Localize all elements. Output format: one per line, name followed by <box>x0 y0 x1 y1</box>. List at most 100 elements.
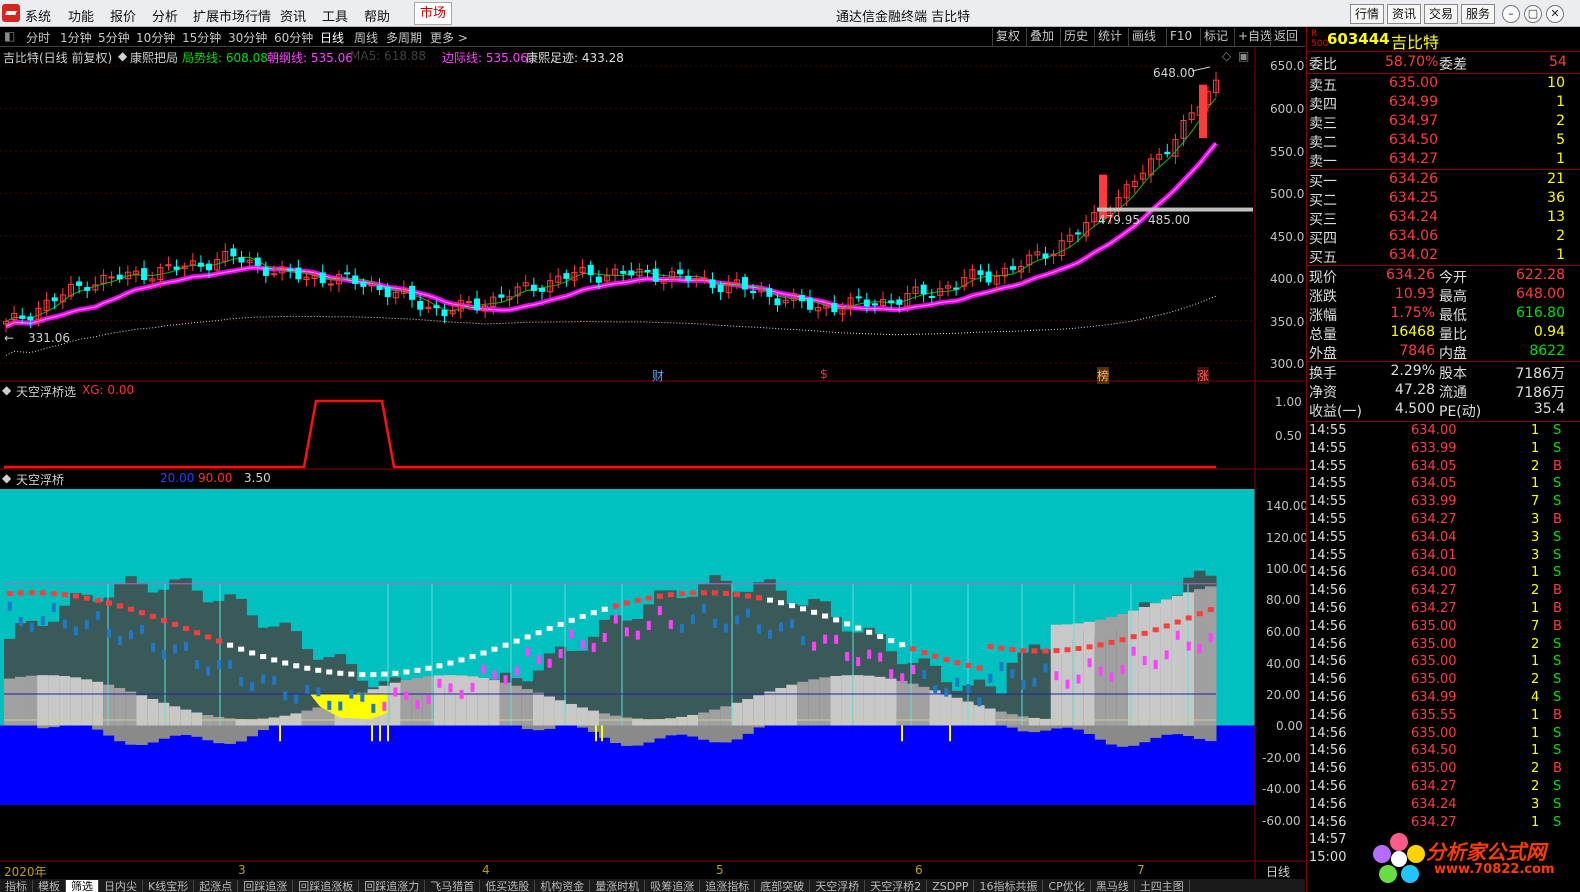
period-60min[interactable]: 60分钟 <box>274 29 313 46</box>
panel3-name[interactable]: 天空浮桥 <box>16 471 64 488</box>
indicator-tab[interactable]: 量涨时机 <box>590 880 646 892</box>
hanging-bar <box>7 601 12 611</box>
chart-canvas[interactable] <box>0 47 1305 879</box>
period-1min[interactable]: 1分钟 <box>60 29 92 46</box>
event-limitup-icon[interactable]: 涨 <box>1197 367 1210 384</box>
indicator-tab[interactable]: 16指标共振 <box>974 880 1044 892</box>
period-5min[interactable]: 5分钟 <box>98 29 130 46</box>
panel-expand-icon[interactable]: ▣ <box>1238 49 1249 63</box>
menu-help[interactable]: 帮助 <box>364 6 390 25</box>
period-15min[interactable]: 15分钟 <box>182 29 221 46</box>
tool-add-watchlist[interactable]: +自选 <box>1234 28 1275 46</box>
wb-value: 58.70% <box>1385 54 1439 70</box>
menu-quote[interactable]: 报价 <box>110 6 136 25</box>
indicator-name[interactable]: 康熙把局 <box>130 49 178 66</box>
indicator-tab[interactable]: 筛选 <box>66 880 99 892</box>
line-label-ma5: MA5: 618.88 <box>350 49 427 63</box>
candle-down <box>197 262 204 267</box>
negative-column <box>37 725 49 729</box>
panel-toggle-icon[interactable]: ◧ <box>4 29 15 43</box>
event-finance-icon[interactable]: 财 <box>652 367 664 384</box>
indicator-tab[interactable]: 模板 <box>33 880 66 892</box>
maximize-icon[interactable]: ▢ <box>1524 5 1542 23</box>
bridge-dot <box>138 610 145 616</box>
indicator-tab[interactable]: 回踩追涨力 <box>359 880 426 892</box>
grey-column <box>26 675 38 726</box>
top-btn-news[interactable]: 资讯 <box>1387 4 1422 24</box>
minimize-icon[interactable]: – <box>1502 5 1520 23</box>
buy-price: 634.06 <box>1389 228 1438 244</box>
tick-time: 14:55 <box>1309 529 1347 545</box>
indicator-tab[interactable]: 天空浮桥2 <box>865 880 928 892</box>
indicator-tab[interactable]: 指标 <box>0 880 33 892</box>
indicator-tab[interactable]: 吸筹追涨 <box>645 880 701 892</box>
tick-time: 14:55 <box>1309 494 1347 510</box>
hanging-bar <box>1098 666 1103 676</box>
tool-mark[interactable]: 标记 <box>1200 28 1231 46</box>
menu-market[interactable]: 市场 <box>414 2 452 25</box>
chart-area[interactable]: 吉比特(日线 前复权) ◆ 康熙把局 局势线: 608.08 朝纲线: 535.… <box>0 47 1308 880</box>
hanging-bar <box>723 623 728 633</box>
indicator-tab[interactable]: K线宝形 <box>143 880 195 892</box>
period-intraday[interactable]: 分时 <box>26 29 50 46</box>
indicator-tab[interactable]: 日内尖 <box>99 880 143 892</box>
bridge-dot <box>315 667 322 673</box>
stat-label: 股本 <box>1439 366 1467 382</box>
menu-function[interactable]: 功能 <box>68 6 94 25</box>
menu-news[interactable]: 资讯 <box>280 6 306 25</box>
tool-draw[interactable]: 画线 <box>1128 28 1159 46</box>
indicator-tab[interactable]: ZSDPP <box>927 880 975 892</box>
period-daily[interactable]: 日线 <box>320 29 344 46</box>
event-dividend-icon[interactable]: $ <box>820 367 828 381</box>
tool-overlay[interactable]: 叠加 <box>1026 28 1057 46</box>
panel2-toggle-icon[interactable]: ◆ <box>2 383 11 397</box>
tool-adjust[interactable]: 复权 <box>992 28 1023 46</box>
tool-back[interactable]: 返回 <box>1270 28 1301 46</box>
period-10min[interactable]: 10分钟 <box>136 29 175 46</box>
indicator-tab[interactable]: 回踩追涨板 <box>293 880 360 892</box>
tool-stats[interactable]: 统计 <box>1094 28 1125 46</box>
indicator-tab[interactable]: 天空浮桥 <box>810 880 866 892</box>
indicator-toggle-icon[interactable]: ◆ <box>118 49 127 63</box>
indicator-tab[interactable]: CP优化 <box>1043 880 1091 892</box>
menu-tools[interactable]: 工具 <box>322 6 348 25</box>
indicator-tab[interactable]: 追涨指标 <box>700 880 756 892</box>
tool-f10[interactable]: F10 <box>1166 28 1195 46</box>
top-btn-quotes[interactable]: 行情 <box>1350 4 1385 24</box>
indicator-tab[interactable]: 回踩追涨 <box>238 880 294 892</box>
close-icon[interactable]: ✕ <box>1546 5 1564 23</box>
indicator-tab[interactable]: 机构资金 <box>535 880 591 892</box>
tick-time: 14:56 <box>1309 707 1347 723</box>
top-btn-service[interactable]: 服务 <box>1461 4 1496 24</box>
panel2-name[interactable]: 天空浮桥选 <box>16 383 76 400</box>
diamond-icon[interactable]: ◇ <box>1222 49 1231 63</box>
indicator-tab[interactable]: 土四主图 <box>1135 880 1190 892</box>
indicator-tab[interactable]: 黑马线 <box>1091 880 1135 892</box>
tool-history[interactable]: 历史 <box>1060 28 1091 46</box>
date-label: 5 <box>716 863 724 877</box>
sell-volume: 2 <box>1556 113 1565 129</box>
tick-direction: S <box>1553 529 1562 545</box>
indicator-tab[interactable]: 低买选股 <box>480 880 536 892</box>
period-30min[interactable]: 30分钟 <box>228 29 267 46</box>
event-rank-icon[interactable]: 榜 <box>1097 367 1110 384</box>
indicator-tab[interactable]: 飞马猎首 <box>425 880 481 892</box>
hanging-bar <box>139 624 144 634</box>
panel3-toggle-icon[interactable]: ◆ <box>2 471 11 485</box>
indicator-tab[interactable]: 底部突破 <box>755 880 811 892</box>
axis-label: 550.0 <box>1270 145 1305 159</box>
menu-extended-market[interactable]: 扩展市场行情 <box>193 6 271 25</box>
bridge-dot <box>271 657 278 663</box>
grey-column <box>301 710 314 726</box>
top-btn-trade[interactable]: 交易 <box>1424 4 1459 24</box>
grey-column <box>885 678 897 726</box>
period-multi[interactable]: 多周期 <box>386 29 422 46</box>
menu-system[interactable]: 系统 <box>25 6 51 25</box>
period-more[interactable]: 更多 > <box>430 29 468 46</box>
app-logo-icon[interactable] <box>2 4 20 22</box>
hanging-bar <box>1175 630 1180 640</box>
period-weekly[interactable]: 周线 <box>354 29 378 46</box>
indicator-tab[interactable]: 起涨点 <box>194 880 239 892</box>
menu-analysis[interactable]: 分析 <box>152 6 178 25</box>
period-indicator[interactable]: 日线 <box>1266 863 1290 880</box>
